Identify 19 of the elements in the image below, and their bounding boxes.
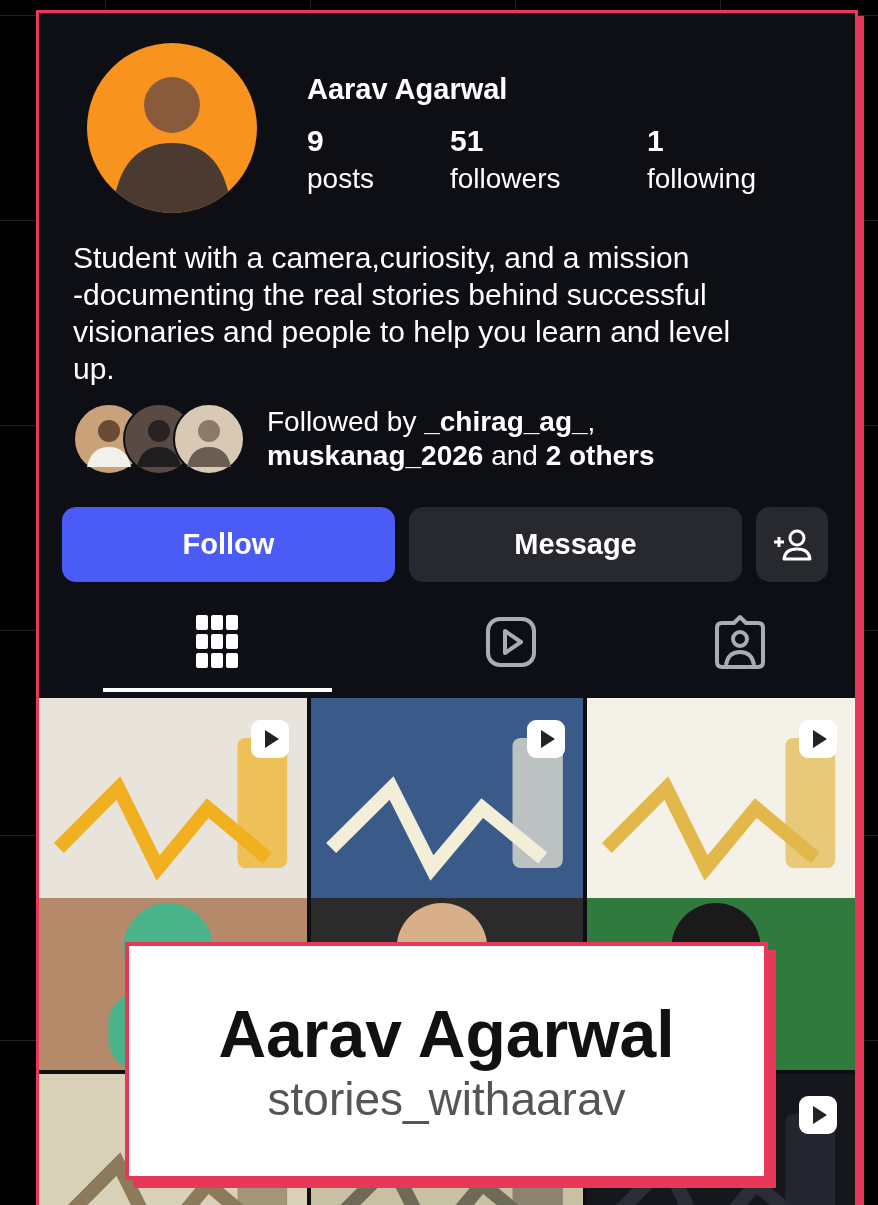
stat-count: 9 [307, 123, 324, 159]
card-handle: stories_withaarav [267, 1072, 626, 1126]
stat-label: followers [450, 162, 561, 196]
stat-label: posts [307, 162, 374, 196]
message-button[interactable]: Message [409, 507, 742, 582]
profile-name: Aarav Agarwal [307, 72, 509, 107]
follower-avatar [173, 403, 245, 475]
card-title: Aarav Agarwal [218, 996, 675, 1072]
bio-text: Student with a camera,curiosity, and a mission -documenting the real stories behind successful visionaries and people to help you learn and level up. [73, 240, 732, 387]
add-person-icon [772, 527, 812, 562]
stat-count: 51 [450, 123, 484, 159]
play-icon [485, 616, 537, 668]
follow-button[interactable]: Follow [62, 507, 395, 582]
followed-by-text: Followed by _chirag_ag_, muskanag_2026 and 2 others [267, 405, 656, 473]
person-tag-icon [714, 614, 767, 670]
stat-label: following [647, 162, 756, 196]
stat-count: 1 [647, 123, 664, 159]
add-friend-button[interactable] [756, 507, 828, 582]
grid-icon [195, 615, 240, 669]
